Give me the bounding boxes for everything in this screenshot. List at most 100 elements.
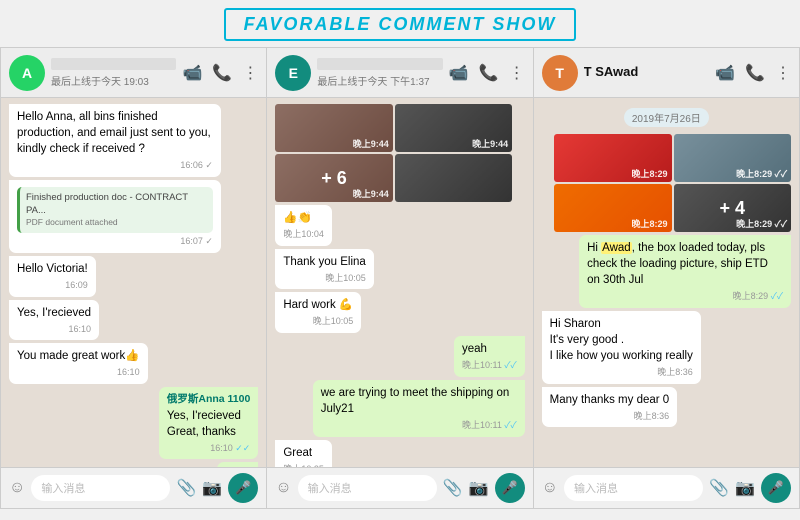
chat-input-area-1: ☺ 输入消息 📎 📷 🎤 xyxy=(1,467,266,508)
attach-button-1[interactable]: 📎 xyxy=(176,478,196,498)
msg-time: 晚上8:29 ✓✓ xyxy=(587,290,783,303)
camera-button-1[interactable]: 📷 xyxy=(202,478,222,498)
image-time: 晚上8:29 ✓✓ xyxy=(736,167,787,180)
msg-text: Hello Victoria! xyxy=(17,261,88,277)
avatar-1: A xyxy=(9,55,45,91)
chat-status-1: 最后上线于今天 19:03 xyxy=(51,73,176,88)
phone-icon-3[interactable]: 📞 xyxy=(745,63,765,83)
msg-time: 晚上8:36 xyxy=(550,410,670,423)
chat-header-2: E 最后上线于今天 下午1:37 📹 📞 ⋮ xyxy=(267,48,532,98)
msg-time: 16:06 ✓ xyxy=(17,159,213,172)
list-item: Hi SharonIt's very good .I like how you … xyxy=(542,311,701,384)
msg-text: we are trying to meet the shipping on Ju… xyxy=(321,385,517,417)
msg-text: Yes, I'recieved xyxy=(167,408,250,424)
chat-input-area-3: ☺ 输入消息 📎 📷 🎤 xyxy=(534,467,799,508)
list-item: 俄罗斯Anna 1100 Yes, I'recieved Great, than… xyxy=(159,387,258,459)
list-item: Great 晚上10:25 xyxy=(275,440,332,467)
list-item: You made great work👍 16:10 xyxy=(9,343,148,384)
header-banner: FAVORABLE COMMENT SHOW xyxy=(0,0,800,47)
avatar-3: T xyxy=(542,55,578,91)
emoji-button-3[interactable]: ☺ xyxy=(542,479,558,497)
image-cell: + 6 晚上9:44 xyxy=(275,154,392,202)
chat-info-2: 最后上线于今天 下午1:37 xyxy=(317,58,442,88)
msg-time: 晚上10:11 ✓✓ xyxy=(321,419,517,432)
image-grid: 晚上9:44 晚上9:44 + 6 晚上9:44 xyxy=(275,104,512,202)
header-icons-1: 📹 📞 ⋮ xyxy=(182,63,258,83)
chats-container: A 最后上线于今天 19:03 📹 📞 ⋮ Hello Anna, all bi… xyxy=(0,47,800,509)
list-item: Finished production doc - CONTRACT PA...… xyxy=(9,180,221,253)
message-input-1[interactable]: 输入消息 xyxy=(31,475,170,501)
more-icon-2[interactable]: ⋮ xyxy=(509,63,525,83)
msg-time: 晚上10:05 xyxy=(283,272,365,285)
msg-text: Hello Anna, all bins finished production… xyxy=(17,109,213,157)
message-input-2[interactable]: 输入消息 xyxy=(298,475,437,501)
phone-icon-1[interactable]: 📞 xyxy=(212,63,232,83)
video-icon-1[interactable]: 📹 xyxy=(182,63,202,83)
page-title: FAVORABLE COMMENT SHOW xyxy=(244,14,557,34)
msg-time: 16:07 ✓ xyxy=(17,235,213,248)
list-item: 😊 16:10 xyxy=(217,462,258,467)
list-item: yeah 晚上10:11 ✓✓ xyxy=(454,336,525,377)
mic-button-3[interactable]: 🎤 xyxy=(761,473,791,503)
image-time: 晚上9:44 xyxy=(353,187,389,200)
attach-button-3[interactable]: 📎 xyxy=(709,478,729,498)
msg-text: Many thanks my dear 0 xyxy=(550,392,670,408)
msg-text: Great, thanks xyxy=(167,424,250,440)
mic-button-2[interactable]: 🎤 xyxy=(495,473,525,503)
emoji-button-2[interactable]: ☺ xyxy=(275,479,291,497)
phone-icon-2[interactable]: 📞 xyxy=(479,63,499,83)
msg-time: 晚上8:36 xyxy=(550,366,693,379)
msg-sender: 俄罗斯Anna 1100 xyxy=(167,392,250,407)
msg-time: 晚上10:11 ✓✓ xyxy=(462,359,517,372)
list-item: 👍👏 晚上10:04 xyxy=(275,205,332,246)
attach-button-2[interactable]: 📎 xyxy=(443,478,463,498)
list-item: Many thanks my dear 0 晚上8:36 xyxy=(542,387,678,428)
msg-time: 16:09 xyxy=(17,279,88,292)
header-title-box: FAVORABLE COMMENT SHOW xyxy=(224,8,577,41)
header-icons-2: 📹 📞 ⋮ xyxy=(449,63,525,83)
chat-header-1: A 最后上线于今天 19:03 📹 📞 ⋮ xyxy=(1,48,266,98)
image-time: 晚上8:29 xyxy=(632,167,668,180)
chat-header-3: T T SAwad 📹 📞 ⋮ xyxy=(534,48,799,98)
image-cell: 晚上9:44 xyxy=(395,104,512,152)
chat-input-area-2: ☺ 输入消息 📎 📷 🎤 xyxy=(267,467,532,508)
list-item: Hard work 💪 晚上10:05 xyxy=(275,292,361,333)
chat-info-3: T SAwad xyxy=(584,64,709,82)
msg-text: Hi SharonIt's very good .I like how you … xyxy=(550,316,693,364)
camera-button-2[interactable]: 📷 xyxy=(469,478,489,498)
chat-panel-2: E 最后上线于今天 下午1:37 📹 📞 ⋮ 晚上9:44 晚上9:44 xyxy=(267,48,533,508)
chat-body-3: 2019年7月26日 晚上8:29 晚上8:29 ✓✓ 晚上8:29 + 4 晚 xyxy=(534,98,799,467)
msg-text: Yes, I'recieved xyxy=(17,305,91,321)
list-item: we are trying to meet the shipping on Ju… xyxy=(313,380,525,437)
image-cell: 晚上8:29 xyxy=(554,134,671,182)
msg-text: Thank you Elina xyxy=(283,254,365,270)
image-cell: 晚上8:29 ✓✓ xyxy=(674,134,791,182)
msg-time: 晚上10:04 xyxy=(283,228,324,241)
msg-emoji: 😊 xyxy=(225,465,250,467)
more-icon-1[interactable]: ⋮ xyxy=(242,63,258,83)
image-cell: 晚上8:29 xyxy=(554,184,671,232)
list-item: Hi Awad, the box loaded today, pls check… xyxy=(579,235,791,308)
chat-name-3: T SAwad xyxy=(584,64,709,79)
camera-button-3[interactable]: 📷 xyxy=(735,478,755,498)
video-icon-2[interactable]: 📹 xyxy=(449,63,469,83)
mic-button-1[interactable]: 🎤 xyxy=(228,473,258,503)
doc-attachment: Finished production doc - CONTRACT PA...… xyxy=(17,187,213,233)
avatar-2: E xyxy=(275,55,311,91)
emoji-button-1[interactable]: ☺ xyxy=(9,479,25,497)
image-cell: 晚上9:44 xyxy=(275,104,392,152)
image-cell xyxy=(395,154,512,202)
more-icon-3[interactable]: ⋮ xyxy=(775,63,791,83)
chat-body-2: 晚上9:44 晚上9:44 + 6 晚上9:44 👍👏 晚上10:04 xyxy=(267,98,532,467)
image-grid: 晚上8:29 晚上8:29 ✓✓ 晚上8:29 + 4 晚上8:29 ✓✓ xyxy=(554,134,791,232)
msg-time: 16:10 xyxy=(17,366,140,379)
image-time: 晚上9:44 xyxy=(353,137,389,150)
msg-time: 16:10 ✓✓ xyxy=(167,442,250,455)
msg-text: Great xyxy=(283,445,324,461)
date-divider: 2019年7月26日 xyxy=(624,108,709,127)
message-input-3[interactable]: 输入消息 xyxy=(564,475,703,501)
chat-body-1: Hello Anna, all bins finished production… xyxy=(1,98,266,467)
video-icon-3[interactable]: 📹 xyxy=(715,63,735,83)
chat-status-2: 最后上线于今天 下午1:37 xyxy=(317,73,442,88)
list-item: Thank you Elina 晚上10:05 xyxy=(275,249,373,290)
